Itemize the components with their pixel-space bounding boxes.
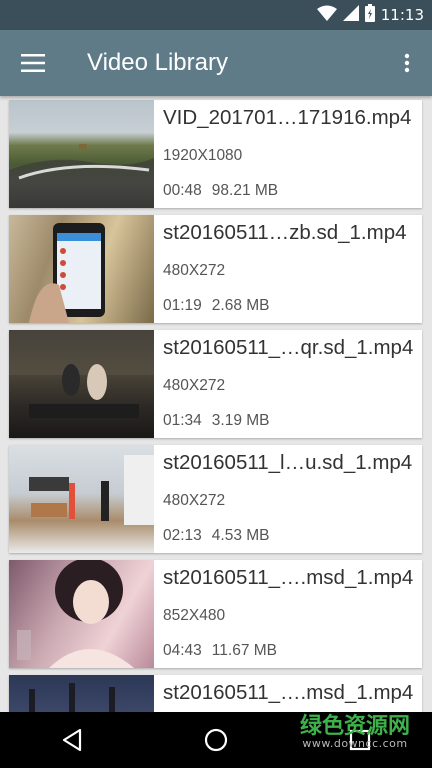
- video-item[interactable]: st20160511_….msd_1.mp4: [9, 675, 422, 712]
- video-item[interactable]: st20160511_….msd_1.mp4 852X480 04:43 11.6…: [9, 560, 422, 668]
- video-name: st20160511…zb.sd_1.mp4: [163, 221, 407, 244]
- status-time: 11:13: [380, 6, 424, 24]
- video-name: VID_201701…171916.mp4: [163, 106, 412, 129]
- back-button[interactable]: [42, 712, 102, 768]
- video-size: 4.53 MB: [211, 527, 270, 544]
- video-info: st20160511_….msd_1.mp4: [154, 675, 422, 712]
- video-size: 3.19 MB: [211, 412, 270, 429]
- video-size: 11.67 MB: [211, 642, 277, 659]
- video-size: 2.68 MB: [211, 297, 270, 314]
- video-size: 98.21 MB: [211, 182, 279, 199]
- video-resolution: 1920X1080: [163, 147, 243, 164]
- video-duration: 04:43: [163, 642, 202, 659]
- video-meta: 00:48 98.21 MB: [163, 182, 278, 200]
- video-info: st20160511…zb.sd_1.mp4 480X272 01:19 2.68…: [154, 215, 422, 323]
- video-name: st20160511_….msd_1.mp4: [163, 681, 414, 704]
- app-bar: Video Library: [0, 30, 432, 96]
- video-name: st20160511_l…u.sd_1.mp4: [163, 451, 413, 474]
- video-resolution: 480X272: [163, 262, 226, 279]
- video-item[interactable]: st20160511_l…u.sd_1.mp4 480X272 02:13 4.5…: [9, 445, 422, 553]
- video-item[interactable]: VID_201701…171916.mp4 1920X1080 00:48 98.…: [9, 100, 422, 208]
- video-info: st20160511_…qr.sd_1.mp4 480X272 01:34 3.1…: [154, 330, 422, 438]
- menu-button[interactable]: [0, 30, 66, 96]
- overflow-menu-button[interactable]: [382, 30, 432, 96]
- video-resolution: 480X272: [163, 377, 226, 394]
- video-duration: 02:13: [163, 527, 202, 544]
- home-icon: [204, 728, 228, 752]
- video-meta: 01:19 2.68 MB: [163, 297, 270, 315]
- status-icons: [316, 4, 375, 26]
- video-resolution: 852X480: [163, 607, 226, 624]
- video-thumbnail: [9, 100, 154, 208]
- wifi-icon: [316, 5, 337, 25]
- video-duration: 00:48: [163, 182, 202, 199]
- video-thumbnail: [9, 445, 154, 553]
- page-title: Video Library: [87, 49, 228, 76]
- video-duration: 01:19: [163, 297, 202, 314]
- more-vert-icon: [404, 53, 410, 73]
- status-bar: 11:13: [0, 0, 432, 30]
- signal-icon: [342, 5, 359, 25]
- watermark: 绿色资源网 www.downcc.com: [299, 714, 410, 750]
- battery-icon: [364, 4, 375, 26]
- video-info: st20160511_l…u.sd_1.mp4 480X272 02:13 4.5…: [154, 445, 422, 553]
- video-list[interactable]: VID_201701…171916.mp4 1920X1080 00:48 98.…: [0, 96, 432, 712]
- home-button[interactable]: [186, 712, 246, 768]
- hamburger-menu-icon: [21, 54, 45, 72]
- video-thumbnail: [9, 215, 154, 323]
- video-item[interactable]: st20160511_…qr.sd_1.mp4 480X272 01:34 3.1…: [9, 330, 422, 438]
- video-name: st20160511_…qr.sd_1.mp4: [163, 336, 414, 359]
- video-resolution: 480X272: [163, 492, 226, 509]
- video-duration: 01:34: [163, 412, 202, 429]
- video-thumbnail: [9, 560, 154, 668]
- video-item[interactable]: st20160511…zb.sd_1.mp4 480X272 01:19 2.68…: [9, 215, 422, 323]
- video-thumbnail: [9, 330, 154, 438]
- video-meta: 04:43 11.67 MB: [163, 642, 277, 660]
- video-thumbnail: [9, 675, 154, 712]
- video-meta: 02:13 4.53 MB: [163, 527, 270, 545]
- watermark-url: www.downcc.com: [302, 737, 408, 750]
- video-info: VID_201701…171916.mp4 1920X1080 00:48 98.…: [154, 100, 422, 208]
- video-info: st20160511_….msd_1.mp4 852X480 04:43 11.6…: [154, 560, 422, 668]
- back-icon: [62, 728, 82, 752]
- watermark-text: 绿色资源网: [299, 714, 410, 739]
- video-meta: 01:34 3.19 MB: [163, 412, 270, 430]
- video-name: st20160511_….msd_1.mp4: [163, 566, 414, 589]
